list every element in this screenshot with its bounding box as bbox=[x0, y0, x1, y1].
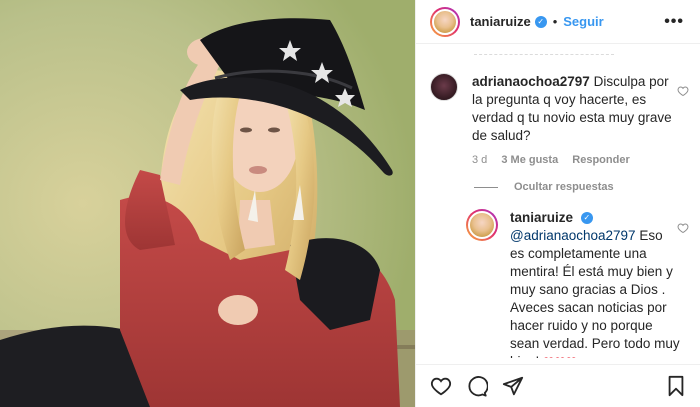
reply-hearts-emoji: ❤❤❤ bbox=[543, 354, 577, 358]
bookmark-icon bbox=[668, 375, 684, 397]
reply-button[interactable]: Responder bbox=[572, 154, 629, 166]
post-side-panel: taniaruize ✓ • Seguir ••• adrianaochoa27… bbox=[415, 0, 700, 407]
save-button[interactable] bbox=[666, 375, 686, 397]
comment-body: adrianaochoa2797 Disculpa por la pregunt… bbox=[472, 73, 672, 145]
scroll-fade-divider bbox=[474, 45, 614, 55]
comment-age[interactable]: 3 d bbox=[472, 154, 487, 166]
post-action-bar bbox=[416, 364, 700, 407]
hide-replies-rule bbox=[474, 186, 498, 188]
post-photo[interactable] bbox=[0, 0, 415, 407]
verified-badge-icon: ✓ bbox=[534, 15, 547, 28]
share-button[interactable] bbox=[502, 375, 524, 397]
comment-button[interactable] bbox=[466, 375, 488, 397]
reply-body: taniaruize ✓ @adrianaochoa2797 Eso es co… bbox=[510, 209, 680, 358]
commenter-avatar[interactable] bbox=[430, 73, 458, 101]
reply-like-heart-icon[interactable] bbox=[677, 222, 689, 234]
reply-username[interactable]: taniaruize bbox=[510, 210, 573, 225]
reply-mention-link[interactable]: @adrianaochoa2797 bbox=[510, 228, 636, 243]
hide-replies-label[interactable]: Ocultar respuestas bbox=[514, 181, 614, 193]
post-photo-illustration bbox=[0, 0, 415, 407]
reply-item: taniaruize ✓ @adrianaochoa2797 Eso es co… bbox=[466, 209, 691, 358]
header-separator: • bbox=[552, 14, 558, 29]
comment-likes[interactable]: 3 Me gusta bbox=[501, 154, 558, 166]
author-avatar[interactable] bbox=[430, 6, 460, 37]
comment-username[interactable]: adrianaochoa2797 bbox=[472, 74, 590, 89]
more-options-icon[interactable]: ••• bbox=[664, 13, 684, 31]
comments-list[interactable]: adrianaochoa2797 Disculpa por la pregunt… bbox=[416, 45, 700, 358]
comment-like-heart-icon[interactable] bbox=[677, 85, 689, 97]
reply-verified-badge-icon: ✓ bbox=[580, 212, 593, 225]
like-button[interactable] bbox=[430, 375, 452, 397]
author-username[interactable]: taniaruize bbox=[470, 14, 531, 29]
follow-button[interactable]: Seguir bbox=[563, 14, 603, 29]
comment-meta: 3 d 3 Me gusta Responder bbox=[472, 154, 672, 166]
share-icon bbox=[502, 376, 524, 396]
comment-icon bbox=[468, 376, 488, 397]
reply-text: Eso es completamente una mentira! Él est… bbox=[510, 228, 680, 358]
comment-item: adrianaochoa2797 Disculpa por la pregunt… bbox=[430, 73, 690, 166]
hide-replies-toggle[interactable]: Ocultar respuestas bbox=[474, 181, 614, 193]
post-header: taniaruize ✓ • Seguir ••• bbox=[416, 0, 700, 44]
heart-icon bbox=[430, 377, 452, 396]
reply-author-avatar[interactable] bbox=[466, 209, 498, 241]
